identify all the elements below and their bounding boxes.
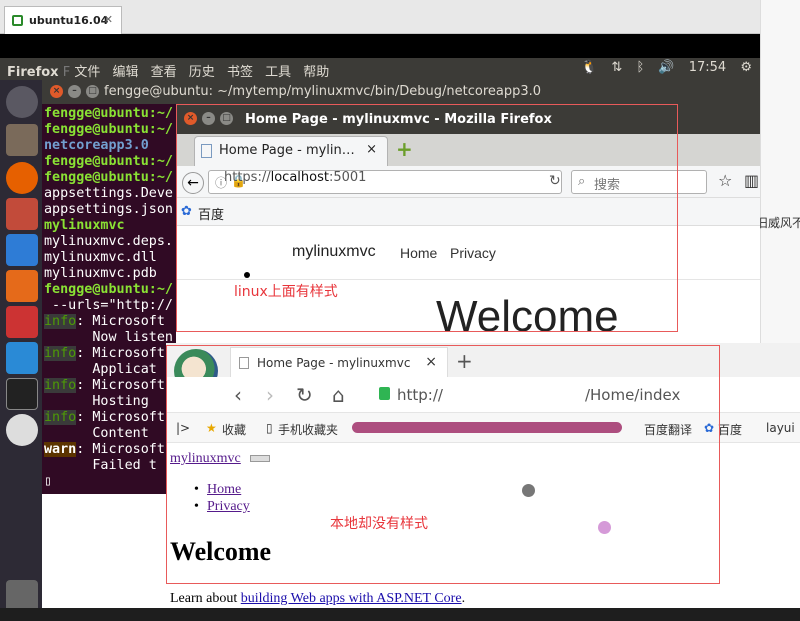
vm-toolbar xyxy=(0,34,760,58)
ubuntu-launcher xyxy=(0,80,42,621)
terminal-output: fengge@ubuntu:~/fengge@ubuntu:~/netcorea… xyxy=(44,106,173,490)
host-tab-label: ubuntu16.04 xyxy=(29,14,109,27)
minimize-icon[interactable]: – xyxy=(68,85,81,98)
terminal-line: Applicat xyxy=(44,362,157,377)
menu-bookmarks[interactable]: 书签 xyxy=(227,65,253,80)
network-icon[interactable]: ⇅ xyxy=(611,60,622,75)
tray-penguin-icon[interactable]: 🐧 xyxy=(581,60,597,75)
terminal-line: ▯ xyxy=(44,474,53,489)
maximize-icon[interactable]: □ xyxy=(86,85,99,98)
clock[interactable]: 17:54 xyxy=(689,60,726,75)
log-level-info: info xyxy=(44,346,77,361)
bookmark-layui[interactable]: layui xyxy=(766,421,795,435)
vm-icon xyxy=(12,15,23,26)
terminal-titlebar[interactable]: × – □ fengge@ubuntu: ~/mytemp/mylinuxmvc… xyxy=(42,80,760,104)
terminal-line: info: Microsoft xyxy=(44,378,165,393)
menu-history[interactable]: 历史 xyxy=(189,65,215,80)
gear-icon[interactable]: ⚙ xyxy=(740,60,752,75)
windows-taskbar xyxy=(0,608,800,621)
host-tab-ubuntu[interactable]: ubuntu16.04 ✕ xyxy=(4,6,122,34)
software-center-icon[interactable] xyxy=(6,270,38,302)
terminal-line: mylinuxmvc.pdb xyxy=(44,266,157,281)
menu-view[interactable]: 查看 xyxy=(151,65,177,80)
terminal-line: mylinuxmvc.deps. xyxy=(44,234,173,249)
terminal-line: fengge@ubuntu:~/ xyxy=(44,122,173,137)
menu-tools[interactable]: 工具 xyxy=(265,65,291,80)
app-name: Firefox xyxy=(7,65,59,80)
firefox-icon[interactable] xyxy=(6,162,38,194)
log-level-info: info xyxy=(44,314,77,329)
menu-file[interactable]: 文件 xyxy=(74,65,100,80)
star-icon[interactable]: ☆ xyxy=(718,171,732,190)
close-icon[interactable]: × xyxy=(50,85,63,98)
terminal-line: mylinuxmvc.dll xyxy=(44,250,157,265)
learn-prefix: Learn about xyxy=(170,591,241,606)
dash-icon[interactable] xyxy=(6,86,38,118)
log-level-info: info xyxy=(44,378,77,393)
terminal-line: info: Microsoft xyxy=(44,346,165,361)
bookmark-baidu[interactable]: 百度 xyxy=(718,421,742,438)
terminal-line: fengge@ubuntu:~/ xyxy=(44,282,173,297)
ubuntu-top-panel: Firefox F 文件 编辑 查看 历史 书签 工具 帮助 🐧 ⇅ ᛒ 🔊 1… xyxy=(0,58,760,80)
terminal-line: fengge@ubuntu:~/ xyxy=(44,154,173,169)
workspace-icon[interactable] xyxy=(6,342,38,374)
settings-icon[interactable] xyxy=(6,306,38,338)
terminal-line: appsettings.json xyxy=(44,202,173,217)
annotation-box-local xyxy=(166,345,720,584)
learn-link[interactable]: building Web apps with ASP.NET Core xyxy=(241,591,462,606)
log-level-warn: warn xyxy=(44,442,77,457)
bluetooth-icon[interactable]: ᛒ xyxy=(636,60,644,75)
annotation-local: 本地却没有样式 xyxy=(330,516,428,532)
terminal-line: mylinuxmvc xyxy=(44,218,125,233)
dvd-icon[interactable] xyxy=(6,414,38,446)
terminal-line: Content xyxy=(44,426,149,441)
terminal-line: Failed t xyxy=(44,458,157,473)
terminal-line: fengge@ubuntu:~/ xyxy=(44,170,173,185)
terminal-line: Hosting xyxy=(44,394,149,409)
writer-icon[interactable] xyxy=(6,198,38,230)
close-icon[interactable]: ✕ xyxy=(104,13,113,26)
terminal-line: warn: Microsoft xyxy=(44,442,165,457)
host-side-text: 旧威风不 xyxy=(756,216,800,230)
annotation-linux: linux上面有样式 xyxy=(234,284,338,300)
terminal-line: netcoreapp3.0 xyxy=(44,138,149,153)
log-level-info: info xyxy=(44,410,77,425)
menu-help[interactable]: 帮助 xyxy=(303,65,329,80)
terminal-line: --urls="http:// xyxy=(44,298,173,313)
host-tab-strip: ubuntu16.04 ✕ xyxy=(0,0,760,34)
terminal-line: fengge@ubuntu:~/ xyxy=(44,106,173,121)
learn-suffix: . xyxy=(461,591,466,606)
files-icon[interactable] xyxy=(6,124,38,156)
terminal-title: fengge@ubuntu: ~/mytemp/mylinuxmvc/bin/D… xyxy=(104,84,542,99)
terminal-line: info: Microsoft xyxy=(44,314,165,329)
terminal-line: appsettings.Deve xyxy=(44,186,173,201)
volume-icon[interactable]: 🔊 xyxy=(658,60,674,75)
calc-icon[interactable] xyxy=(6,234,38,266)
terminal-icon[interactable] xyxy=(6,378,38,410)
terminal-line: Now listen xyxy=(44,330,173,345)
terminal-line: info: Microsoft xyxy=(44,410,165,425)
menu-edit[interactable]: 编辑 xyxy=(112,65,138,80)
learn-paragraph: Learn about building Web apps with ASP.N… xyxy=(170,591,465,607)
library-icon[interactable]: ▥ xyxy=(744,171,759,190)
